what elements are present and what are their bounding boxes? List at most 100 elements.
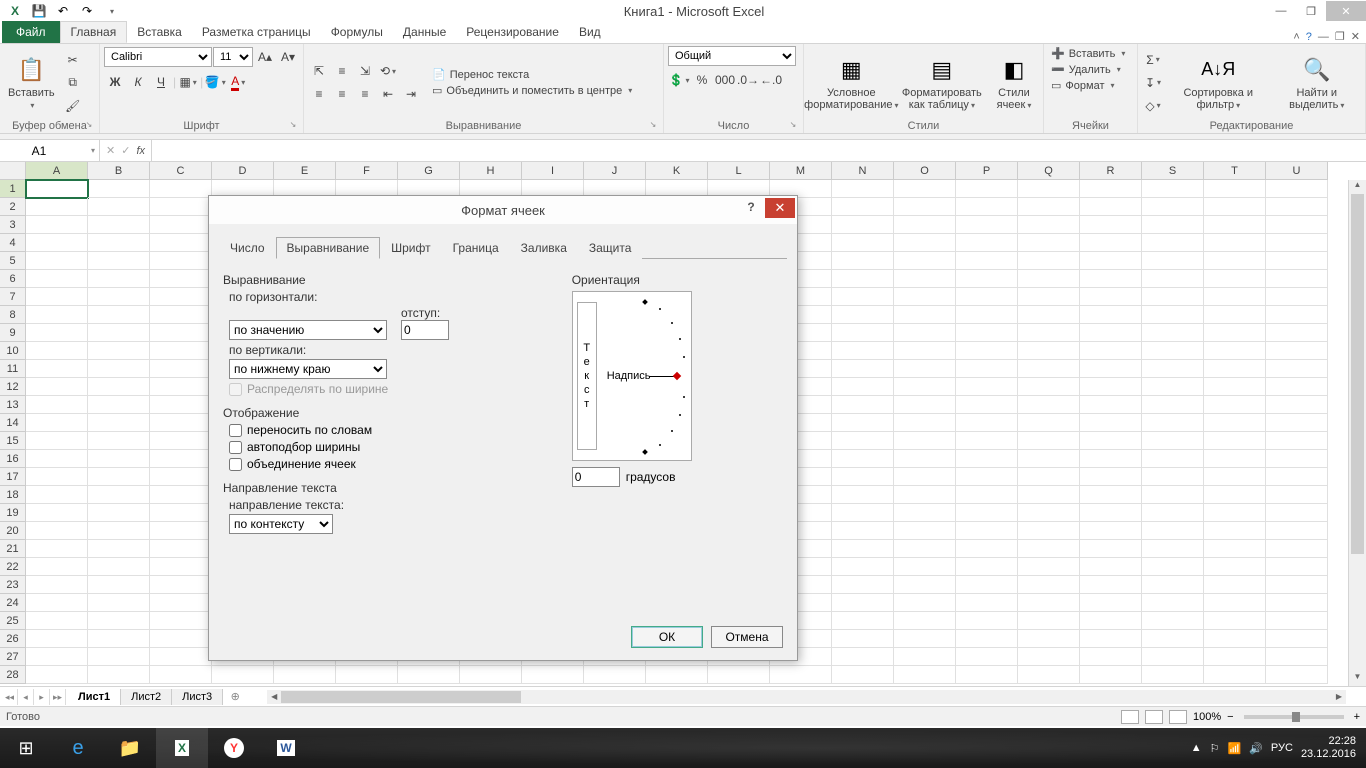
cell[interactable] [1266, 180, 1328, 198]
sheet-last-icon[interactable]: ▸▸ [50, 689, 66, 705]
cell[interactable] [88, 288, 150, 306]
cell[interactable] [1266, 468, 1328, 486]
cell[interactable] [894, 324, 956, 342]
cancel-button[interactable]: Отмена [711, 626, 783, 648]
cell[interactable] [894, 432, 956, 450]
formula-input[interactable] [152, 140, 1366, 161]
cell[interactable] [1080, 522, 1142, 540]
cell[interactable] [1204, 342, 1266, 360]
cell[interactable] [1204, 522, 1266, 540]
align-middle-button[interactable]: ≡ [331, 60, 353, 82]
cell[interactable] [26, 576, 88, 594]
cell[interactable] [1018, 342, 1080, 360]
row-header[interactable]: 16 [0, 450, 26, 468]
font-size-select[interactable]: 11 [213, 47, 253, 67]
column-header[interactable]: N [832, 162, 894, 180]
cell[interactable] [1266, 342, 1328, 360]
cell[interactable] [1080, 450, 1142, 468]
decrease-indent-button[interactable]: ⇤ [377, 83, 399, 105]
cell[interactable] [1018, 630, 1080, 648]
border-button[interactable]: ▦▾ [177, 71, 199, 93]
row-header[interactable]: 20 [0, 522, 26, 540]
tray-language[interactable]: РУС [1271, 742, 1293, 754]
column-header[interactable]: G [398, 162, 460, 180]
cell[interactable] [1018, 216, 1080, 234]
align-right-button[interactable]: ≡ [354, 83, 376, 105]
orientation-dial[interactable]: Надпись [603, 298, 685, 454]
paste-button[interactable]: 📋 Вставить▾ [4, 52, 59, 114]
cell[interactable] [150, 630, 212, 648]
column-header[interactable]: F [336, 162, 398, 180]
cell[interactable] [1142, 432, 1204, 450]
cell[interactable] [1266, 198, 1328, 216]
orientation-button[interactable]: ⟲▾ [377, 60, 399, 82]
font-name-select[interactable]: Calibri [104, 47, 212, 67]
format-painter-button[interactable]: 🖌 [62, 95, 84, 117]
cell[interactable] [956, 558, 1018, 576]
ribbon-minimize-icon[interactable]: ˄ [1293, 31, 1299, 43]
row-header[interactable]: 17 [0, 468, 26, 486]
cell[interactable] [150, 396, 212, 414]
cell[interactable] [832, 630, 894, 648]
row-header[interactable]: 24 [0, 594, 26, 612]
maximize-button[interactable]: ❐ [1296, 1, 1326, 21]
cell[interactable] [894, 612, 956, 630]
cell[interactable] [1204, 270, 1266, 288]
cell[interactable] [1142, 522, 1204, 540]
cell[interactable] [26, 414, 88, 432]
dlg-tab-alignment[interactable]: Выравнивание [276, 237, 381, 259]
cell[interactable] [88, 432, 150, 450]
cell[interactable] [150, 324, 212, 342]
cell[interactable] [26, 378, 88, 396]
align-top-button[interactable]: ⇱ [308, 60, 330, 82]
row-header[interactable]: 11 [0, 360, 26, 378]
cell[interactable] [1204, 612, 1266, 630]
cell[interactable] [88, 324, 150, 342]
conditional-formatting-button[interactable]: ▦ Условное форматирование▾ [808, 52, 895, 114]
cell[interactable] [88, 360, 150, 378]
format-cells-button[interactable]: ▭ Формат ▾ [1048, 78, 1133, 93]
cell[interactable] [1018, 540, 1080, 558]
name-box-input[interactable] [4, 144, 74, 158]
cell[interactable] [26, 468, 88, 486]
cell[interactable] [88, 648, 150, 666]
cell[interactable] [1142, 306, 1204, 324]
cell[interactable] [832, 360, 894, 378]
cell[interactable] [26, 396, 88, 414]
zoom-slider[interactable] [1244, 715, 1344, 719]
autosum-button[interactable]: Σ▾ [1142, 49, 1164, 71]
cell[interactable] [88, 666, 150, 684]
dialog-launcher-icon[interactable]: ↘ [83, 120, 95, 132]
cell[interactable] [956, 540, 1018, 558]
cell[interactable] [956, 396, 1018, 414]
row-header[interactable]: 15 [0, 432, 26, 450]
save-button[interactable]: 💾 [28, 2, 50, 20]
cell[interactable] [956, 234, 1018, 252]
cell[interactable] [26, 558, 88, 576]
mdi-restore-icon[interactable]: ❐ [1335, 30, 1345, 43]
row-header[interactable]: 18 [0, 486, 26, 504]
cell[interactable] [1204, 234, 1266, 252]
cell[interactable] [832, 396, 894, 414]
horizontal-scrollbar[interactable]: ◀ ▶ [267, 690, 1346, 704]
cell[interactable] [26, 252, 88, 270]
row-header[interactable]: 6 [0, 270, 26, 288]
cell[interactable] [150, 198, 212, 216]
cell[interactable] [956, 216, 1018, 234]
column-header[interactable]: L [708, 162, 770, 180]
cell[interactable] [26, 540, 88, 558]
cell[interactable] [88, 576, 150, 594]
cell[interactable] [150, 576, 212, 594]
fill-button[interactable]: ↧▾ [1142, 72, 1164, 94]
mdi-close-icon[interactable]: ✕ [1351, 30, 1360, 43]
dlg-tab-protection[interactable]: Защита [578, 237, 643, 259]
cell[interactable] [1204, 594, 1266, 612]
cell[interactable] [1204, 450, 1266, 468]
tray-flag-icon[interactable]: ⚐ [1210, 742, 1220, 755]
row-header[interactable]: 19 [0, 504, 26, 522]
cell[interactable] [832, 666, 894, 684]
cell[interactable] [26, 198, 88, 216]
undo-button[interactable]: ↶ [52, 2, 74, 20]
cell[interactable] [832, 180, 894, 198]
cell[interactable] [1266, 522, 1328, 540]
